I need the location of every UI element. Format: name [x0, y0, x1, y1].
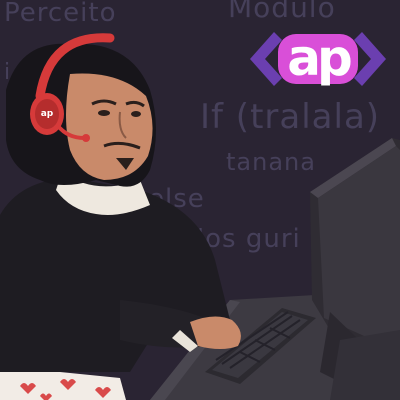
logo-text: ap: [287, 29, 353, 87]
monitor: [310, 138, 400, 400]
headphone-logo-text: ap: [40, 109, 54, 119]
ap-logo: ap: [248, 26, 388, 92]
illustration: Perceito Modulo i If (tralala) tanana el…: [0, 0, 400, 400]
